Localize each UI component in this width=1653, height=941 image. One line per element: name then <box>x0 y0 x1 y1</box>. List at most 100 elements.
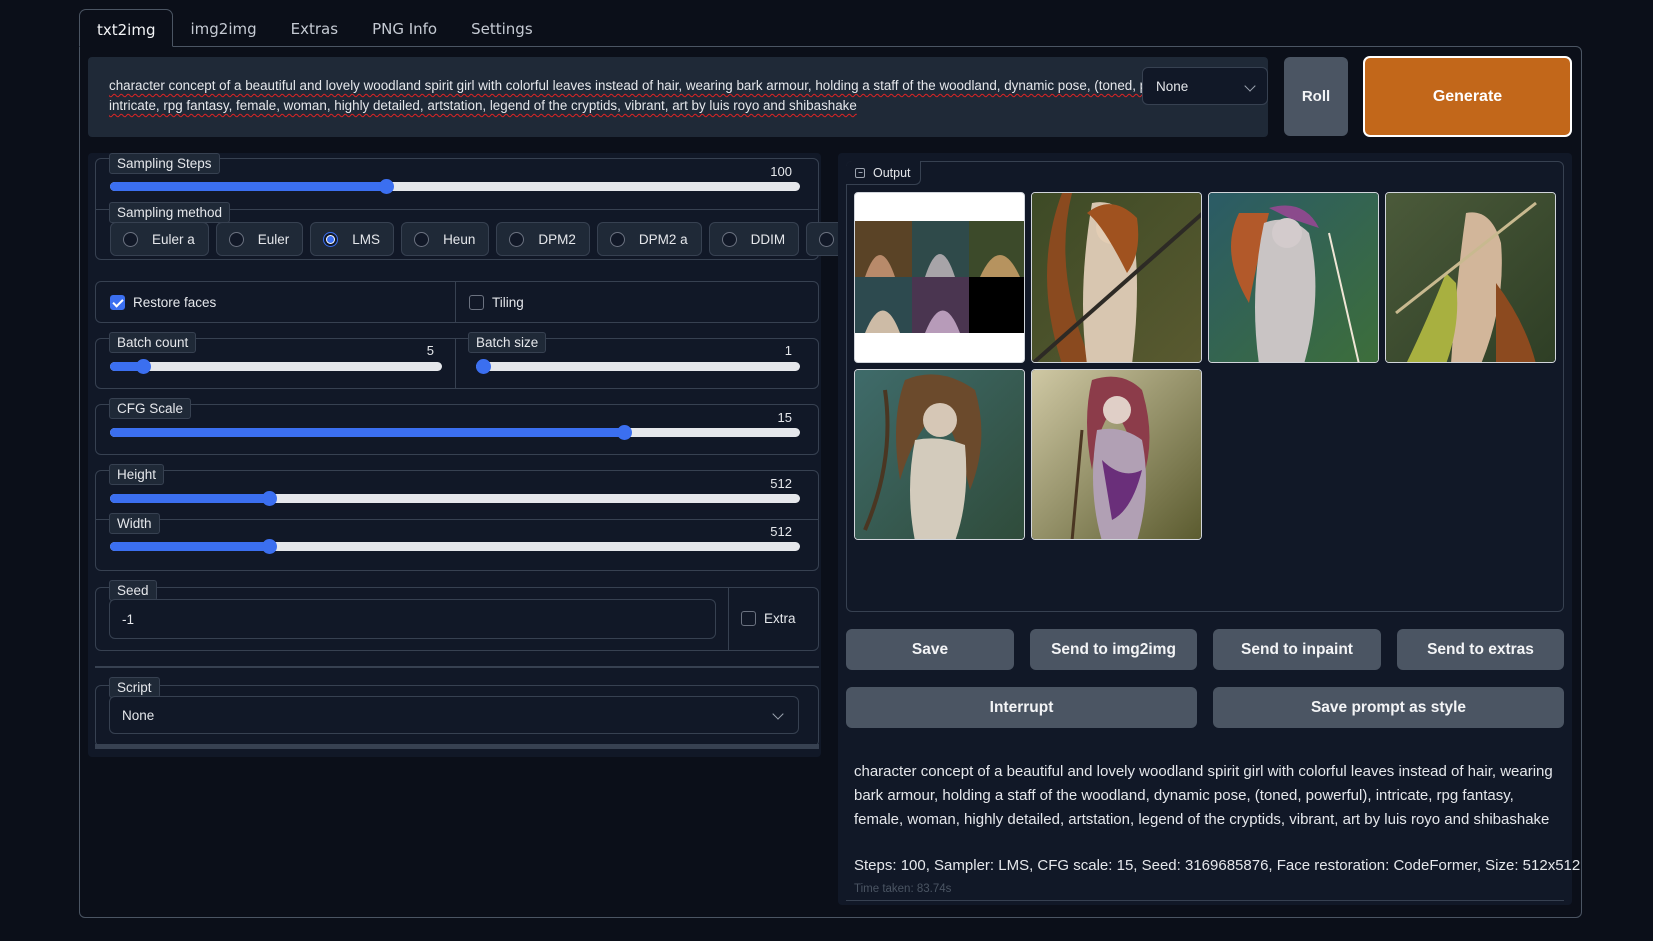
sampler-option-euler-a[interactable]: Euler a <box>110 222 209 256</box>
sampler-option-label: Euler <box>257 231 290 247</box>
generated-image <box>855 370 1024 539</box>
send-to-extras-button[interactable]: Send to extras <box>1397 629 1564 670</box>
save-button[interactable]: Save <box>846 629 1014 670</box>
generated-image <box>1032 193 1201 362</box>
radio-dot[interactable] <box>819 231 835 247</box>
interrupt-button[interactable]: Interrupt <box>846 687 1197 728</box>
tab-png-info[interactable]: PNG Info <box>355 9 454 47</box>
radio-dot[interactable] <box>323 231 339 247</box>
radio-dot[interactable] <box>609 231 625 247</box>
tab-txt2img[interactable]: txt2img <box>79 9 174 47</box>
slider-fill <box>110 182 386 191</box>
slider-thumb[interactable] <box>476 359 491 374</box>
sampler-option-heun[interactable]: Heun <box>401 222 490 256</box>
chevron-down-icon <box>772 708 784 720</box>
chevron-down-icon <box>1244 80 1256 92</box>
restore-faces-checkbox[interactable] <box>110 295 125 310</box>
sampler-option-label: DDIM <box>750 231 786 247</box>
seed-input[interactable]: -1 <box>109 599 716 639</box>
style-dropdown[interactable]: None <box>1142 67 1268 105</box>
gallery-thumbnail[interactable] <box>1385 192 1556 363</box>
slider-thumb[interactable] <box>261 539 277 554</box>
slider-thumb[interactable] <box>617 425 633 440</box>
gallery-thumbnail[interactable] <box>1031 192 1202 363</box>
width-value[interactable]: 512 <box>742 524 792 539</box>
script-dropdown-value: None <box>122 708 155 723</box>
slider-thumb[interactable] <box>261 491 277 506</box>
radio-dot[interactable] <box>414 231 430 247</box>
extra-label: Extra <box>764 611 796 626</box>
height-label: Height <box>109 464 165 485</box>
tiling-label: Tiling <box>492 295 524 310</box>
gallery-thumbnail[interactable] <box>1031 369 1202 540</box>
sampler-option-label: LMS <box>352 231 381 247</box>
slider-fill <box>110 428 625 437</box>
slider-fill <box>110 542 269 551</box>
width-label: Width <box>109 513 160 534</box>
cfg-scale-slider[interactable] <box>110 425 800 440</box>
send-to-img2img-button[interactable]: Send to img2img <box>1030 629 1197 670</box>
dimensions-group <box>95 470 819 571</box>
batch-size-slider[interactable] <box>476 359 800 374</box>
sampling-steps-slider[interactable] <box>110 179 800 194</box>
gallery-grid-thumbnail[interactable] <box>854 192 1025 363</box>
tab-extras[interactable]: Extras <box>274 9 355 47</box>
extra-checkbox[interactable] <box>741 611 756 626</box>
batch-size-label: Batch size <box>468 332 547 353</box>
output-label: Output <box>873 165 911 180</box>
sampling-steps-value[interactable]: 100 <box>730 164 792 179</box>
height-slider[interactable] <box>110 491 800 506</box>
face-tiling-divider <box>455 282 456 322</box>
sampler-option-lms[interactable]: LMS <box>310 222 395 256</box>
sampler-option-label: Heun <box>443 231 476 247</box>
sampler-option-label: DPM2 a <box>638 231 688 247</box>
generation-info-params: Steps: 100, Sampler: LMS, CFG scale: 15,… <box>854 857 1581 874</box>
batch-size-value[interactable]: 1 <box>758 343 792 358</box>
cfg-scale-label: CFG Scale <box>109 398 192 419</box>
cfg-scale-value[interactable]: 15 <box>758 410 792 425</box>
tab-img2img[interactable]: img2img <box>173 9 273 47</box>
generated-image <box>1032 370 1201 539</box>
sampler-option-label: DPM2 <box>538 231 576 247</box>
prompt-textarea[interactable]: character concept of a beautiful and lov… <box>88 57 1268 137</box>
batch-divider <box>455 339 456 388</box>
tab-settings[interactable]: Settings <box>454 9 550 47</box>
width-slider[interactable] <box>110 539 800 554</box>
generated-image <box>1386 193 1555 362</box>
tab-bar: txt2img img2img Extras PNG Info Settings <box>79 9 550 47</box>
dimensions-divider <box>95 519 819 520</box>
sampling-method-label: Sampling method <box>109 202 231 223</box>
slider-thumb[interactable] <box>379 179 394 194</box>
image-icon <box>855 167 865 178</box>
restore-faces-label: Restore faces <box>133 295 217 310</box>
generation-time: Time taken: 83.74s <box>854 883 952 895</box>
radio-dot[interactable] <box>123 231 138 247</box>
save-prompt-as-style-button[interactable]: Save prompt as style <box>1213 687 1564 728</box>
output-label-tag: Output <box>846 161 921 185</box>
radio-dot[interactable] <box>721 231 737 247</box>
generated-image <box>1209 193 1378 362</box>
seed-label: Seed <box>109 580 157 601</box>
gallery-thumbnail[interactable] <box>854 369 1025 540</box>
radio-dot[interactable] <box>228 231 244 247</box>
batch-count-value[interactable]: 5 <box>400 343 434 358</box>
roll-button[interactable]: Roll <box>1284 57 1348 136</box>
sampling-steps-label: Sampling Steps <box>109 153 220 174</box>
sampler-option-label: Euler a <box>152 231 195 247</box>
sampler-option-dpm2[interactable]: DPM2 <box>496 222 590 256</box>
batch-count-label: Batch count <box>109 332 197 353</box>
sampler-option-ddim[interactable]: DDIM <box>708 222 800 256</box>
radio-dot[interactable] <box>509 231 525 247</box>
prompt-text: character concept of a beautiful and lov… <box>109 78 1199 113</box>
gallery-thumbnail[interactable] <box>1208 192 1379 363</box>
sampler-option-euler[interactable]: Euler <box>215 222 304 256</box>
sampler-option-dpm2-a[interactable]: DPM2 a <box>596 222 702 256</box>
batch-count-slider[interactable] <box>110 359 442 374</box>
script-dropdown[interactable]: None <box>109 696 799 734</box>
tiling-checkbox[interactable] <box>469 295 484 310</box>
style-dropdown-value: None <box>1156 79 1189 94</box>
send-to-inpaint-button[interactable]: Send to inpaint <box>1213 629 1381 670</box>
generate-button[interactable]: Generate <box>1363 56 1572 137</box>
height-value[interactable]: 512 <box>742 476 792 491</box>
script-separator <box>95 666 819 668</box>
